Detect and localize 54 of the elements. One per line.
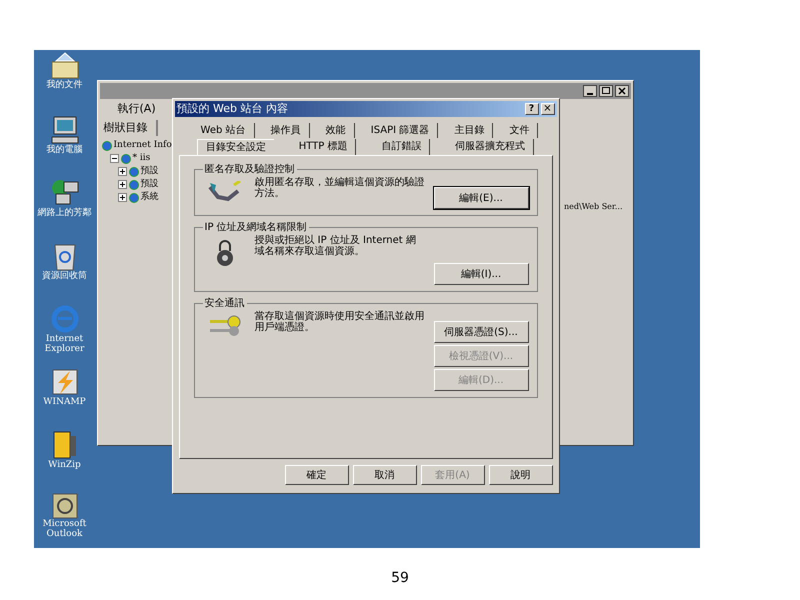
desktop-icon-label[interactable]: WinZip xyxy=(48,460,81,470)
dialog-tab[interactable]: 效能 xyxy=(318,123,355,138)
group-title: IP 位址及網域名稱限制 xyxy=(204,220,308,234)
desktop-icon-label[interactable]: 我的電腦 xyxy=(46,145,82,155)
group-title: 匿名存取及驗證控制 xyxy=(204,162,296,177)
tree-item[interactable]: 預設 xyxy=(140,178,158,192)
close-button[interactable] xyxy=(614,85,628,97)
lightning-icon xyxy=(50,367,80,397)
maximize-button[interactable] xyxy=(598,85,612,97)
group-description: 授與或拒絕以 IP 位址及 Internet 網域名稱來存取這個資源。 xyxy=(254,235,417,259)
detail-text: ned\Web Ser... xyxy=(564,201,622,213)
expand-icon[interactable] xyxy=(118,180,126,189)
tree-tab[interactable]: 樹狀目錄 xyxy=(104,120,158,136)
tree-item[interactable]: Internet Info xyxy=(114,138,172,152)
desktop-icon-label[interactable]: 網路上的芳鄰 xyxy=(38,208,92,218)
desktop-icon-label[interactable]: 我的文件 xyxy=(46,80,82,90)
group-description: 當存取這個資源時使用安全通訊並啟用用戶端憑證。 xyxy=(254,311,424,335)
dialog-button[interactable]: 確定 xyxy=(284,465,348,485)
dialog-tab[interactable]: 操作員 xyxy=(262,123,310,138)
help-button[interactable]: ? xyxy=(524,103,538,115)
dialog-button[interactable]: 取消 xyxy=(352,465,416,485)
desktop-icon-label[interactable]: Microsoft Outlook xyxy=(34,519,96,539)
padlock-icon xyxy=(214,239,234,267)
tree-item[interactable]: 預設 xyxy=(140,164,158,178)
edit-button[interactable]: 編輯(I)... xyxy=(434,263,528,285)
expand-icon[interactable] xyxy=(118,167,126,176)
edit-button[interactable]: 伺服器憑證(S)... xyxy=(434,321,528,343)
group-description: 啟用匿名存取，並編輯這個資源的驗證方法。 xyxy=(254,177,424,201)
edit-button[interactable]: 編輯(E)... xyxy=(434,187,528,209)
dialog-tab[interactable]: 目錄安全設定 xyxy=(196,139,274,155)
minimize-button[interactable] xyxy=(582,85,596,97)
dialog-tab[interactable]: HTTP 標題 xyxy=(290,139,356,155)
desktop-icon-label[interactable]: Internet Explorer xyxy=(34,334,96,354)
dialog-tab[interactable]: 文件 xyxy=(501,123,538,138)
desktop-icon-label[interactable]: 資源回收筒 xyxy=(42,271,87,281)
page-number: 59 xyxy=(391,569,409,588)
tree-item[interactable]: * iis xyxy=(132,152,150,166)
expand-icon[interactable] xyxy=(118,193,126,202)
desktop-icon-label[interactable]: WINAMP xyxy=(43,397,86,407)
tree-item[interactable]: 系統 xyxy=(140,190,158,204)
close-button[interactable]: × xyxy=(540,103,554,115)
file-cabinet-icon xyxy=(52,430,78,460)
dialog-title: 預設的 Web 站台 內容 xyxy=(176,100,288,117)
folder-icon xyxy=(50,52,80,80)
menu-item[interactable]: 執行(A) xyxy=(106,100,156,118)
dialog-tab[interactable]: ISAPI 篩選器 xyxy=(362,123,438,138)
dialog-tab[interactable]: 主目錄 xyxy=(446,123,494,138)
dialog-tab[interactable]: 伺服器擴充程式 xyxy=(447,139,534,155)
dialog-button[interactable]: 說明 xyxy=(488,465,552,485)
dialog-tab[interactable]: 自訂錯誤 xyxy=(373,139,430,155)
dialog-tab[interactable]: Web 站台 xyxy=(192,123,255,138)
group-title: 安全通訊 xyxy=(204,296,246,311)
collapse-icon[interactable] xyxy=(110,154,118,163)
computer-icon xyxy=(50,115,80,145)
